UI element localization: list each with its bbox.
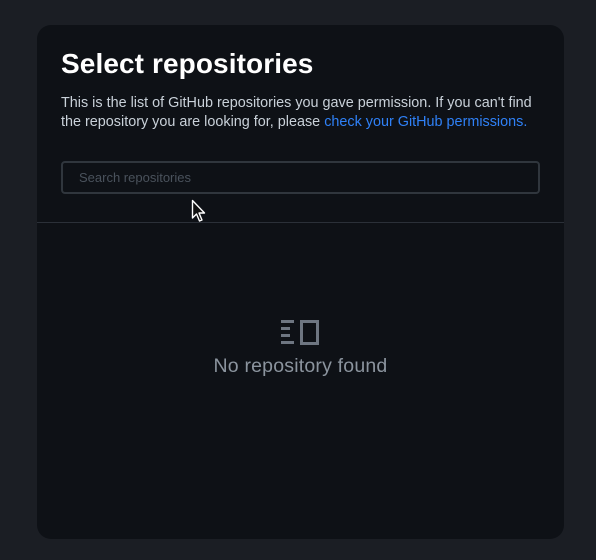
select-repositories-dialog: Select repositories This is the list of … [37,25,564,539]
empty-state: No repository found [37,319,564,378]
dialog-header: Select repositories This is the list of … [37,25,564,222]
dialog-title: Select repositories [61,48,314,79]
dialog-description: This is the list of GitHub repositories … [61,94,545,132]
mouse-cursor-icon [191,199,206,222]
empty-state-message: No repository found [213,355,388,377]
search-repositories-input[interactable] [61,161,540,194]
header-divider [37,222,564,223]
check-permissions-link[interactable]: check your GitHub permissions. [324,114,527,130]
repository-list-icon [280,320,319,345]
